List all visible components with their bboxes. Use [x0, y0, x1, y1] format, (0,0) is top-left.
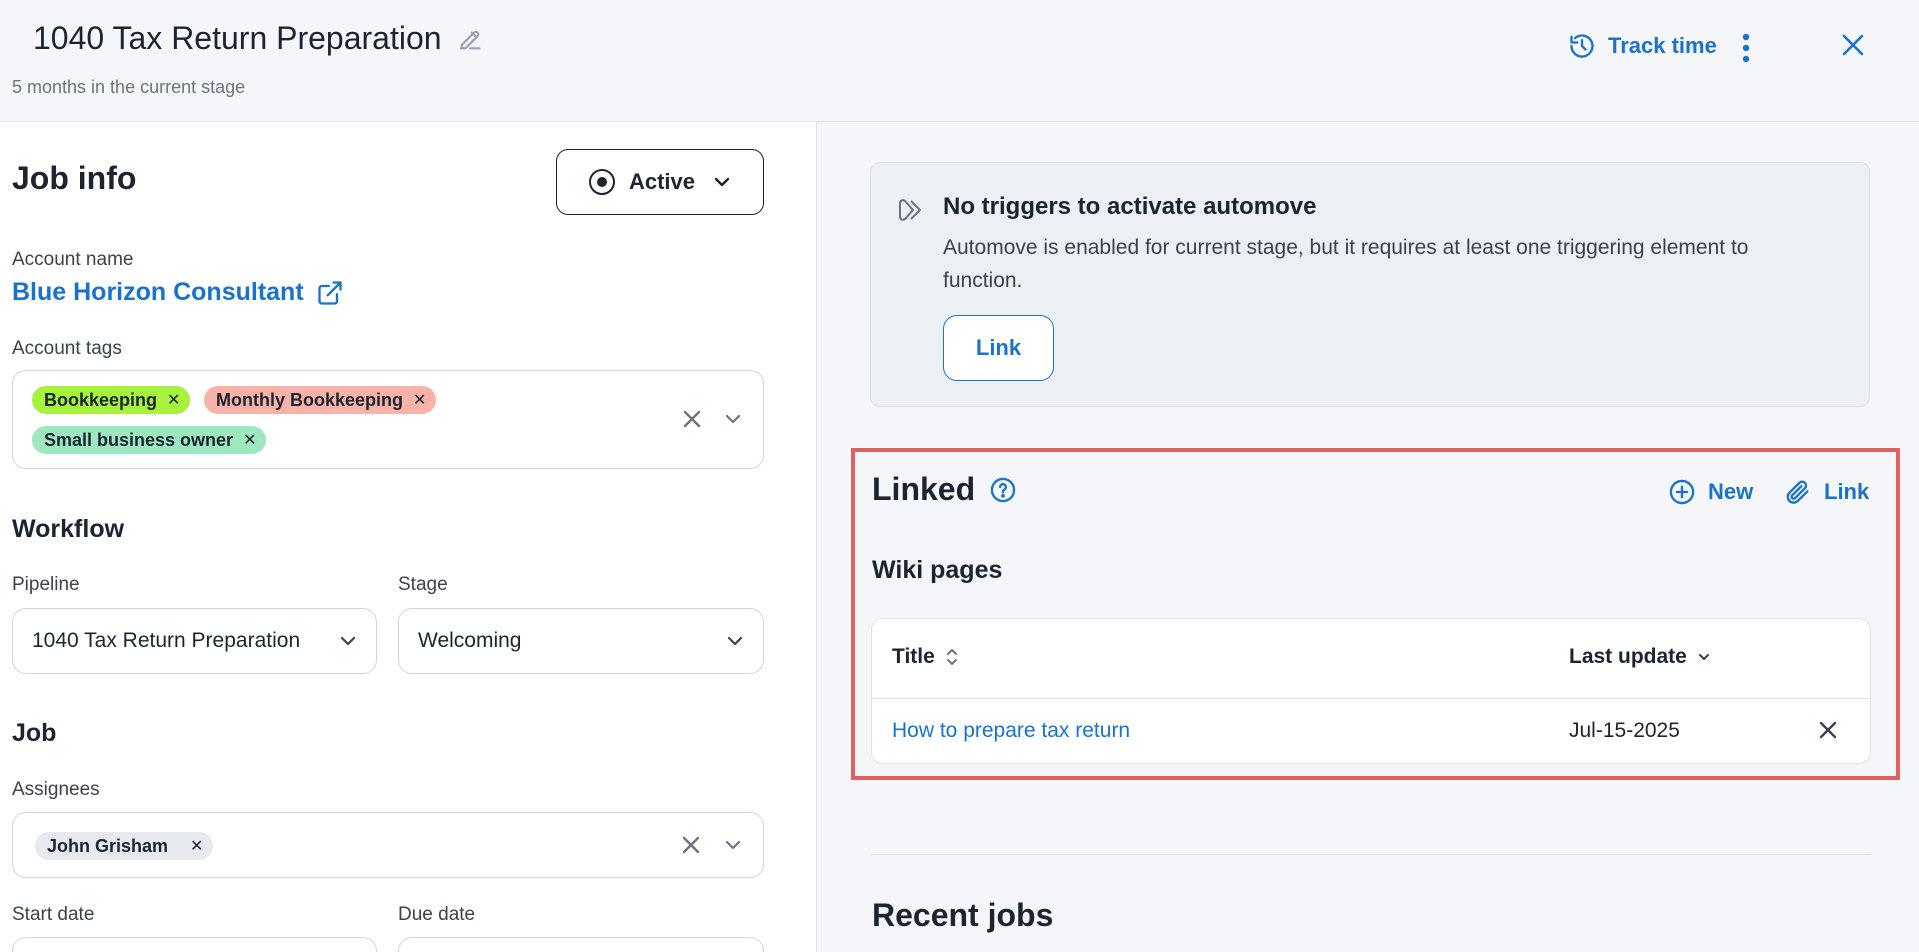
close-icon[interactable]	[1838, 30, 1868, 60]
column-last-update-label: Last update	[1569, 645, 1687, 668]
header: 1040 Tax Return Preparation 5 months in …	[0, 0, 1919, 122]
track-time-button[interactable]: Track time	[1568, 32, 1717, 60]
remove-assignee-icon[interactable]: ✕	[190, 836, 203, 856]
wiki-pages-heading: Wiki pages	[872, 556, 1003, 584]
automove-notice: No triggers to activate automove Automov…	[870, 162, 1870, 407]
automove-link-button[interactable]: Link	[943, 315, 1054, 381]
column-title-label: Title	[892, 645, 935, 668]
stage-select[interactable]: Welcoming	[398, 608, 764, 674]
sort-desc-icon	[1698, 654, 1709, 660]
assignee-chip: John Grisham ✕	[35, 832, 214, 860]
pipeline-value: 1040 Tax Return Preparation	[32, 629, 301, 652]
remove-tag-icon[interactable]: ✕	[413, 390, 426, 410]
page-title: 1040 Tax Return Preparation	[33, 20, 484, 57]
column-header-last-update[interactable]: Last update	[1569, 645, 1711, 669]
account-name-text: Blue Horizon Consultant	[12, 278, 304, 306]
plus-circle-icon	[1669, 479, 1695, 505]
section-divider	[871, 854, 1871, 855]
stage-duration: 5 months in the current stage	[12, 77, 246, 97]
chevron-down-icon	[340, 636, 356, 646]
link-label: Link	[1824, 479, 1870, 504]
track-time-label: Track time	[1608, 33, 1717, 58]
paperclip-icon	[1786, 480, 1809, 504]
workflow-heading: Workflow	[12, 515, 125, 543]
automove-title: No triggers to activate automove	[943, 193, 1317, 220]
pipeline-select[interactable]: 1040 Tax Return Preparation	[12, 608, 377, 674]
wiki-page-last-update: Jul-15-2025	[1569, 719, 1680, 742]
tag-chip: Monthly Bookkeeping ✕	[204, 386, 437, 414]
remove-tag-icon[interactable]: ✕	[243, 430, 256, 450]
assignees-field[interactable]: John Grisham ✕	[12, 812, 764, 878]
tag-label: Monthly Bookkeeping	[216, 389, 404, 410]
row-divider	[872, 698, 1870, 699]
tag-label: Bookkeeping	[44, 389, 158, 410]
tag-label: Small business owner	[44, 429, 234, 450]
account-tags-label: Account tags	[12, 338, 122, 359]
right-panel: No triggers to activate automove Automov…	[818, 122, 1919, 952]
linked-heading: Linked	[872, 471, 1017, 508]
job-info-panel: Job info Active Account name Blue Horizo…	[0, 122, 817, 952]
new-linked-button[interactable]: New	[1668, 478, 1753, 506]
unlink-icon[interactable]	[1817, 719, 1839, 741]
wiki-pages-table: Title Last update How to prepare tax ret…	[871, 618, 1871, 764]
clear-icon[interactable]	[681, 408, 703, 430]
chevron-down-icon	[727, 636, 743, 646]
start-date-input[interactable]	[12, 937, 377, 952]
history-clock-icon	[1570, 34, 1594, 58]
page-title-text: 1040 Tax Return Preparation	[33, 20, 442, 56]
radio-dot-icon	[588, 169, 615, 195]
chevron-down-icon	[714, 177, 730, 187]
status-dropdown[interactable]: Active	[556, 149, 764, 215]
stage-label: Stage	[398, 574, 448, 595]
remove-tag-icon[interactable]: ✕	[167, 390, 180, 410]
chevron-down-icon[interactable]	[723, 409, 743, 429]
wiki-page-link[interactable]: How to prepare tax return	[892, 719, 1130, 743]
chevron-down-icon[interactable]	[723, 835, 743, 855]
account-name-label: Account name	[12, 249, 134, 270]
link-existing-button[interactable]: Link	[1784, 478, 1869, 506]
more-options-icon[interactable]	[1736, 32, 1756, 64]
due-date-input[interactable]	[398, 937, 764, 952]
recent-jobs-heading: Recent jobs	[872, 897, 1054, 933]
help-icon[interactable]	[989, 476, 1017, 504]
tag-chip: Small business owner ✕	[32, 426, 267, 454]
pencil-icon[interactable]	[456, 25, 484, 53]
sort-icon	[946, 649, 957, 665]
assignees-label: Assignees	[12, 779, 100, 800]
assignee-name: John Grisham	[47, 835, 169, 856]
external-link-icon	[317, 280, 342, 305]
automove-message: Automove is enabled for current stage, b…	[943, 236, 1749, 292]
start-date-label: Start date	[12, 904, 95, 925]
column-header-title[interactable]: Title	[892, 645, 959, 669]
job-info-heading: Job info	[12, 160, 137, 196]
stage-value: Welcoming	[418, 629, 522, 652]
clear-icon[interactable]	[680, 834, 702, 856]
job-heading: Job	[12, 719, 57, 747]
account-tags-field[interactable]: Bookkeeping ✕ Monthly Bookkeeping ✕ Smal…	[12, 370, 764, 469]
status-label: Active	[628, 169, 696, 194]
tag-chip: Bookkeeping ✕	[32, 386, 191, 414]
due-date-label: Due date	[398, 904, 476, 925]
linked-title-text: Linked	[872, 471, 976, 507]
account-name-link[interactable]: Blue Horizon Consultant	[12, 278, 344, 307]
double-chevron-right-icon	[899, 199, 921, 221]
new-label: New	[1708, 479, 1754, 504]
pipeline-label: Pipeline	[12, 574, 80, 595]
